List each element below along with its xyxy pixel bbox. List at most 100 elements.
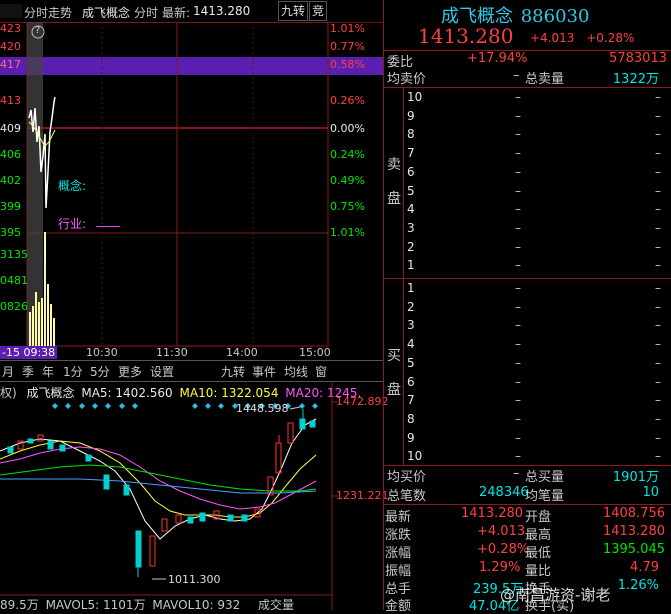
- level-number: 8: [407, 127, 415, 142]
- latest-value: 1413.280: [193, 4, 251, 18]
- mode-label: 分时: [134, 6, 159, 20]
- stat-amount-label: 金额: [385, 599, 412, 614]
- stat-pct-label: 涨幅: [385, 546, 412, 561]
- order-book-level[interactable]: 8 – –: [405, 412, 667, 430]
- stat-amp-label: 振幅: [385, 564, 412, 579]
- right-percent-label: 1.01%: [330, 22, 365, 35]
- buy-book: 买 盘 1 – – 2 – – 3 – – 4 – – 5 – – 6 – – 7 – – 8 – – 9 – – 10 – –: [383, 279, 671, 465]
- order-book-level[interactable]: 6 – –: [405, 165, 667, 183]
- tab-month[interactable]: 月: [2, 363, 14, 380]
- help-icon[interactable]: ?: [35, 25, 40, 36]
- level-number: 5: [407, 183, 415, 198]
- tab-window[interactable]: 窗: [315, 363, 327, 380]
- order-book-level[interactable]: 7 – –: [405, 393, 667, 411]
- tab-year[interactable]: 年: [42, 363, 54, 380]
- level-number: 10: [407, 449, 423, 464]
- order-book-level[interactable]: 4 – –: [405, 202, 667, 220]
- right-percent-label: 0.24%: [330, 148, 365, 161]
- tab-intraday[interactable]: 分时走势: [24, 4, 72, 21]
- period-tabs: 月 季 年 1分 5分 更多 设置 九转 事件 均线 窗: [0, 360, 383, 382]
- tab-settings[interactable]: 设置: [150, 363, 174, 380]
- sell-side-label-2: 盘: [387, 191, 401, 207]
- tab-jiuzhuan[interactable]: 九转: [221, 363, 245, 380]
- order-book-level[interactable]: 5 – –: [405, 356, 667, 374]
- level-volume: –: [655, 108, 661, 123]
- watermark: @南昌游资-谢老: [500, 586, 611, 604]
- intraday-chart: ? 423 420 417 413 409 406 402 399 395 3135 0481 082…: [0, 22, 383, 360]
- stat-pct-value: +0.28%: [477, 542, 530, 557]
- total-sell-label: 总卖量: [525, 72, 565, 87]
- order-book-level[interactable]: 2 – –: [405, 240, 667, 258]
- avg-buy-row: 均买价 – 总买量 1901万: [385, 466, 671, 485]
- left-price-label: 420: [0, 40, 21, 53]
- order-book-level[interactable]: 9 – –: [405, 431, 667, 449]
- menu-icon[interactable]: [0, 4, 22, 18]
- level-number: 8: [407, 411, 415, 426]
- tab-ma[interactable]: 均线: [284, 363, 308, 380]
- time-label-1030: 10:30: [86, 346, 118, 359]
- order-book-level[interactable]: 8 – –: [405, 127, 667, 145]
- tab-1min[interactable]: 1分: [63, 363, 83, 380]
- stat-amp-value: 1.29%: [479, 560, 521, 575]
- time-label-1500: 15:00: [299, 346, 331, 359]
- stat-volratio-value: 4.79: [630, 560, 659, 575]
- left-price-label: 3135: [0, 248, 28, 261]
- level-price: –: [515, 393, 521, 408]
- total-sell-value: 1322万: [612, 72, 659, 87]
- level-price: –: [515, 299, 521, 314]
- level-price: –: [515, 411, 521, 426]
- order-book-level[interactable]: 4 – –: [405, 337, 667, 355]
- stat-change-value: +4.013: [477, 524, 526, 539]
- level-number: 6: [407, 164, 415, 179]
- order-book-level[interactable]: 7 – –: [405, 146, 667, 164]
- stat-latest-label: 最新: [385, 510, 412, 525]
- level-volume: –: [655, 164, 661, 179]
- level-volume: –: [655, 239, 661, 254]
- time-label-1130: 11:30: [156, 346, 188, 359]
- level-price: –: [515, 108, 521, 123]
- left-price-label: 402: [0, 174, 21, 187]
- order-book-level[interactable]: 5 – –: [405, 184, 667, 202]
- tab-quarter[interactable]: 季: [22, 363, 34, 380]
- tab-events[interactable]: 事件: [252, 363, 276, 380]
- avg-sell-label: 均卖价: [387, 72, 427, 87]
- avg-sell-value: –: [513, 68, 520, 83]
- tab-5min[interactable]: 5分: [90, 363, 110, 380]
- jing-button[interactable]: 竞: [309, 1, 328, 21]
- order-book-level[interactable]: 3 – –: [405, 221, 667, 239]
- left-price-label: 413: [0, 94, 21, 107]
- order-book-level[interactable]: 6 – –: [405, 375, 667, 393]
- volume-legend: 89.5万 MAVOL5: 1101万 MAVOL10: 932: [0, 596, 240, 613]
- level-price: –: [515, 220, 521, 235]
- level-volume: –: [655, 430, 661, 445]
- level-volume: –: [655, 411, 661, 426]
- level-volume: –: [655, 374, 661, 389]
- level-number: 3: [407, 220, 415, 235]
- order-book-level[interactable]: 1 – –: [405, 281, 667, 299]
- total-trades-value: 248346: [479, 485, 529, 500]
- left-price-label: 409: [0, 122, 21, 135]
- axis-top-value: 1472.892: [336, 395, 389, 408]
- right-percent-label: 0.00%: [330, 122, 365, 135]
- right-percent-label: 0.75%: [330, 200, 365, 213]
- level-number: 10: [407, 90, 423, 104]
- order-book-level[interactable]: 1 – –: [405, 258, 667, 276]
- level-volume: –: [655, 318, 661, 333]
- left-price-label: 406: [0, 148, 21, 161]
- tab-more[interactable]: 更多: [118, 363, 142, 380]
- left-price-label: 0826: [0, 300, 28, 313]
- stat-high-label: 最高: [525, 528, 552, 543]
- stat-latest-value: 1413.280: [461, 506, 524, 521]
- book-divider: [403, 279, 404, 465]
- quote-price: 1413.280: [418, 24, 514, 48]
- order-book-level[interactable]: 9 – –: [405, 109, 667, 127]
- order-book-level[interactable]: 2 – –: [405, 300, 667, 318]
- level-volume: –: [655, 337, 661, 352]
- jiuzhuan-button[interactable]: 九转: [278, 1, 309, 21]
- level-price: –: [515, 430, 521, 445]
- level-number: 3: [407, 318, 415, 333]
- level-price: –: [515, 258, 521, 273]
- level-price: –: [515, 374, 521, 389]
- order-book-level[interactable]: 3 – –: [405, 318, 667, 336]
- order-book-level[interactable]: 10 – –: [405, 90, 667, 108]
